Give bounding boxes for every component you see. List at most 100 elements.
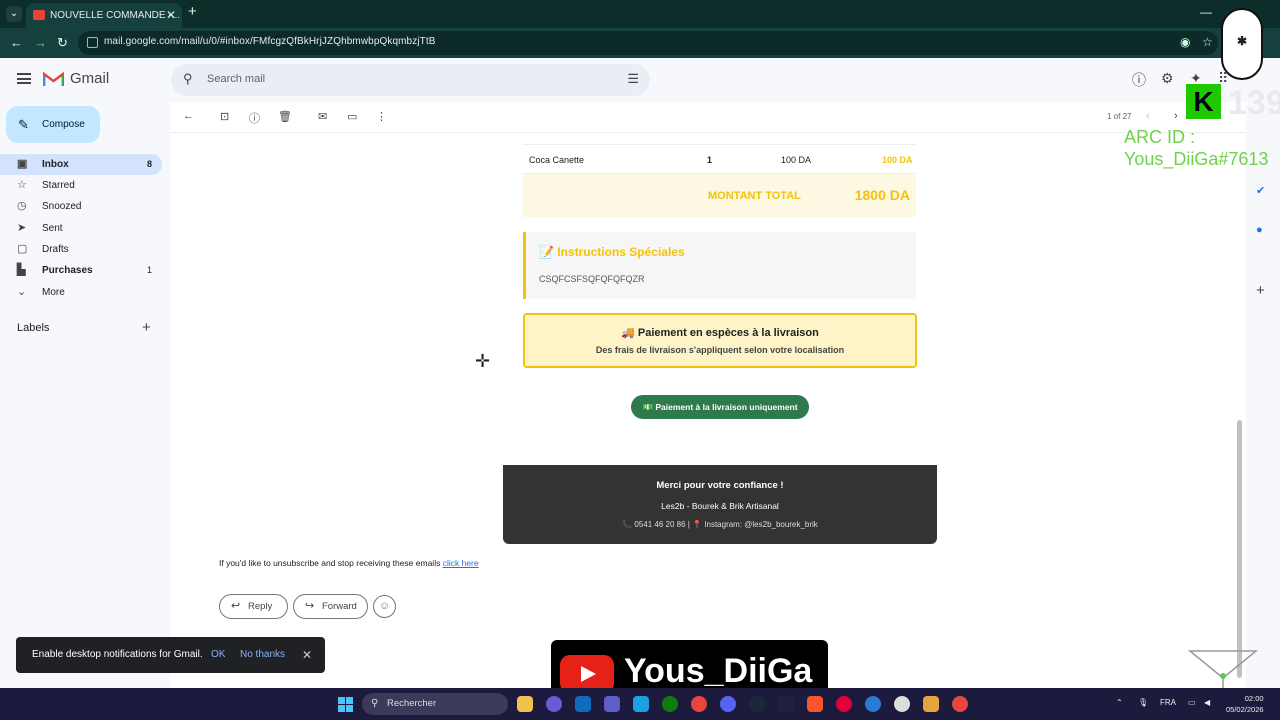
report-spam-icon[interactable]: ⓘ [249,110,260,126]
main-menu-icon[interactable] [17,73,31,84]
site-info-icon[interactable] [87,37,98,48]
sidebar-item-purchases[interactable]: ▙ Purchases 1 [0,260,162,281]
mail-view: ← ⊡ ⓘ 🗑 ✉ ▭ ⋮ 1 of 27 ‹ › Coca Canette 1… [170,102,1246,688]
get-addons-icon[interactable]: + [1256,282,1265,299]
item-price: 100 DA [781,155,812,165]
more-options-icon[interactable]: ⋮ [376,110,387,123]
toast-close-icon[interactable]: ✕ [302,637,312,673]
tab-title: NOUVELLE COMMANDE -... [50,10,181,21]
brave-icon[interactable] [807,696,823,712]
notification-toast: Enable desktop notifications for Gmail. … [16,637,325,673]
steam-icon[interactable] [749,696,765,712]
taskbar-clock[interactable]: 02:00 05/02/2026 [1226,693,1264,715]
move-cursor-icon: ✛ [475,351,491,371]
sidebar-item-starred[interactable]: ☆ Starred [0,175,162,196]
volume-icon[interactable]: ◀ [1204,698,1210,707]
sidebar-item-snoozed[interactable]: ◷ Snoozed [0,196,162,217]
discord-icon[interactable] [720,696,736,712]
footer-thanks: Merci pour votre confiance ! [656,480,784,491]
back-to-inbox-icon[interactable]: ← [183,110,194,122]
windows-start-icon[interactable] [338,697,353,712]
app-icon[interactable] [778,696,794,712]
mark-unread-icon[interactable]: ✉ [318,110,327,123]
help-icon[interactable]: ⓘ [1132,70,1146,90]
move-to-icon[interactable]: ▭ [347,110,357,123]
footer-contact: 📞 0541 46 20 86 | 📍 Instagram: @les2b_bo… [622,520,818,529]
xbox-icon[interactable] [662,696,678,712]
special-instructions-box: 📝 Instructions Spéciales CSQFCSFSQFQFQFQ… [523,232,916,299]
file-explorer-icon[interactable] [517,696,533,712]
compose-label: Compose [42,119,85,130]
taskbar-search[interactable]: ⚲ Rechercher [362,693,508,715]
search-options-icon[interactable]: ☰ [627,71,639,87]
url-text: mail.google.com/mail/u/0/#inbox/FMfcgzQf… [104,36,436,47]
archive-icon[interactable]: ⊡ [220,110,229,123]
tab-search-button[interactable]: ⌄ [6,6,22,22]
total-label: MONTANT TOTAL [708,190,801,202]
unread-count: 8 [146,159,152,169]
network-icon[interactable]: ▭ [1188,698,1196,707]
gmail-header: Gmail ⚲ Search mail ☰ ⓘ ⚙ ✦ ⠿ [0,58,1280,102]
address-bar[interactable]: mail.google.com/mail/u/0/#inbox/FMfcgzQf… [78,31,1218,55]
tab-close-icon[interactable]: ✕ [166,3,176,28]
scrollbar-thumb[interactable] [1237,420,1242,678]
search-bar[interactable]: ⚲ Search mail ☰ [171,64,650,96]
forward-button[interactable]: ↪ Forward [293,594,368,619]
chrome-icon[interactable] [952,696,968,712]
opera-icon[interactable] [836,696,852,712]
app-icon[interactable] [633,696,649,712]
back-arrow-icon[interactable]: ← [10,35,23,50]
microphone-icon[interactable]: 🎙 [1138,698,1148,707]
sidebar-item-inbox[interactable]: ▣ Inbox 8 [0,154,162,175]
search-icon[interactable]: ⚲ [183,71,193,87]
language-indicator[interactable]: FRA [1160,698,1176,707]
kick-follower-badge: K 139 [1180,84,1280,122]
windows-taskbar: ⚲ Rechercher ⌃ 🎙 FRA ▭ ◀ 02:00 05/02/202… [0,688,1280,720]
search-input[interactable]: Search mail [207,73,265,85]
sidebar-item-more[interactable]: ⌄ More [0,282,162,303]
sidebar-item-drafts[interactable]: ▢ Drafts [0,239,162,260]
shopping-bag-icon: ▙ [17,264,26,276]
newer-chevron-icon[interactable]: ‹ [1146,110,1150,122]
app-icon[interactable] [546,696,562,712]
payment-info-box: 🚚 Paiement en espèces à la livraison Des… [523,313,917,368]
eye-icon[interactable]: ◉ [1180,35,1190,49]
reply-button[interactable]: ↩ Reply [219,594,288,619]
settings-gear-icon[interactable]: ⚙ [1161,70,1174,87]
kick-count: 139 [1228,84,1280,122]
browser-tab[interactable]: NOUVELLE COMMANDE -... ✕ [26,3,182,28]
clock-time: 02:00 [1244,694,1264,703]
delete-icon[interactable]: 🗑 [278,110,292,123]
contacts-icon[interactable]: ● [1256,224,1263,236]
toast-no-thanks-button[interactable]: No thanks [240,637,285,673]
reload-icon[interactable]: ↻ [57,35,68,51]
channel-logo-icon: ✱ [1221,8,1263,80]
settings-gear-icon[interactable] [894,696,910,712]
chrome-icon[interactable] [691,696,707,712]
chevron-down-icon: ⌄ [17,286,27,298]
app-icon[interactable] [604,696,620,712]
sidebar-item-label: Snoozed [42,201,82,212]
older-chevron-icon[interactable]: › [1174,110,1178,122]
gmail-logo-icon[interactable] [43,71,64,87]
minimize-button[interactable]: — [1200,5,1212,19]
unsubscribe-link[interactable]: click here [443,558,479,568]
new-tab-button[interactable]: + [188,3,197,20]
sidebar-item-label: Purchases [42,265,93,276]
sidebar-item-sent[interactable]: ➤ Sent [0,218,162,239]
toast-ok-button[interactable]: OK [211,637,225,673]
tray-chevron-icon[interactable]: ⌃ [1116,698,1123,707]
app-icon[interactable] [575,696,591,712]
add-label-icon[interactable]: + [142,319,151,336]
arc-id-overlay: ARC ID : Yous_DiiGa#7613 [1124,126,1268,170]
bookmark-star-icon[interactable]: ☆ [1202,35,1213,49]
pencil-icon: ✎ [18,117,29,132]
emoji-reaction-icon[interactable]: ☺ [373,595,396,618]
tasks-icon[interactable]: ✔ [1256,184,1265,197]
forward-arrow-icon[interactable]: → [34,35,47,50]
sidebar: ✎ Compose ▣ Inbox 8 ☆ Starred ◷ Snoozed … [0,102,170,688]
compose-button[interactable]: ✎ Compose [6,106,100,143]
app-icon[interactable] [923,696,939,712]
cocktail-glass-icon [1188,650,1258,688]
app-icon[interactable] [865,696,881,712]
